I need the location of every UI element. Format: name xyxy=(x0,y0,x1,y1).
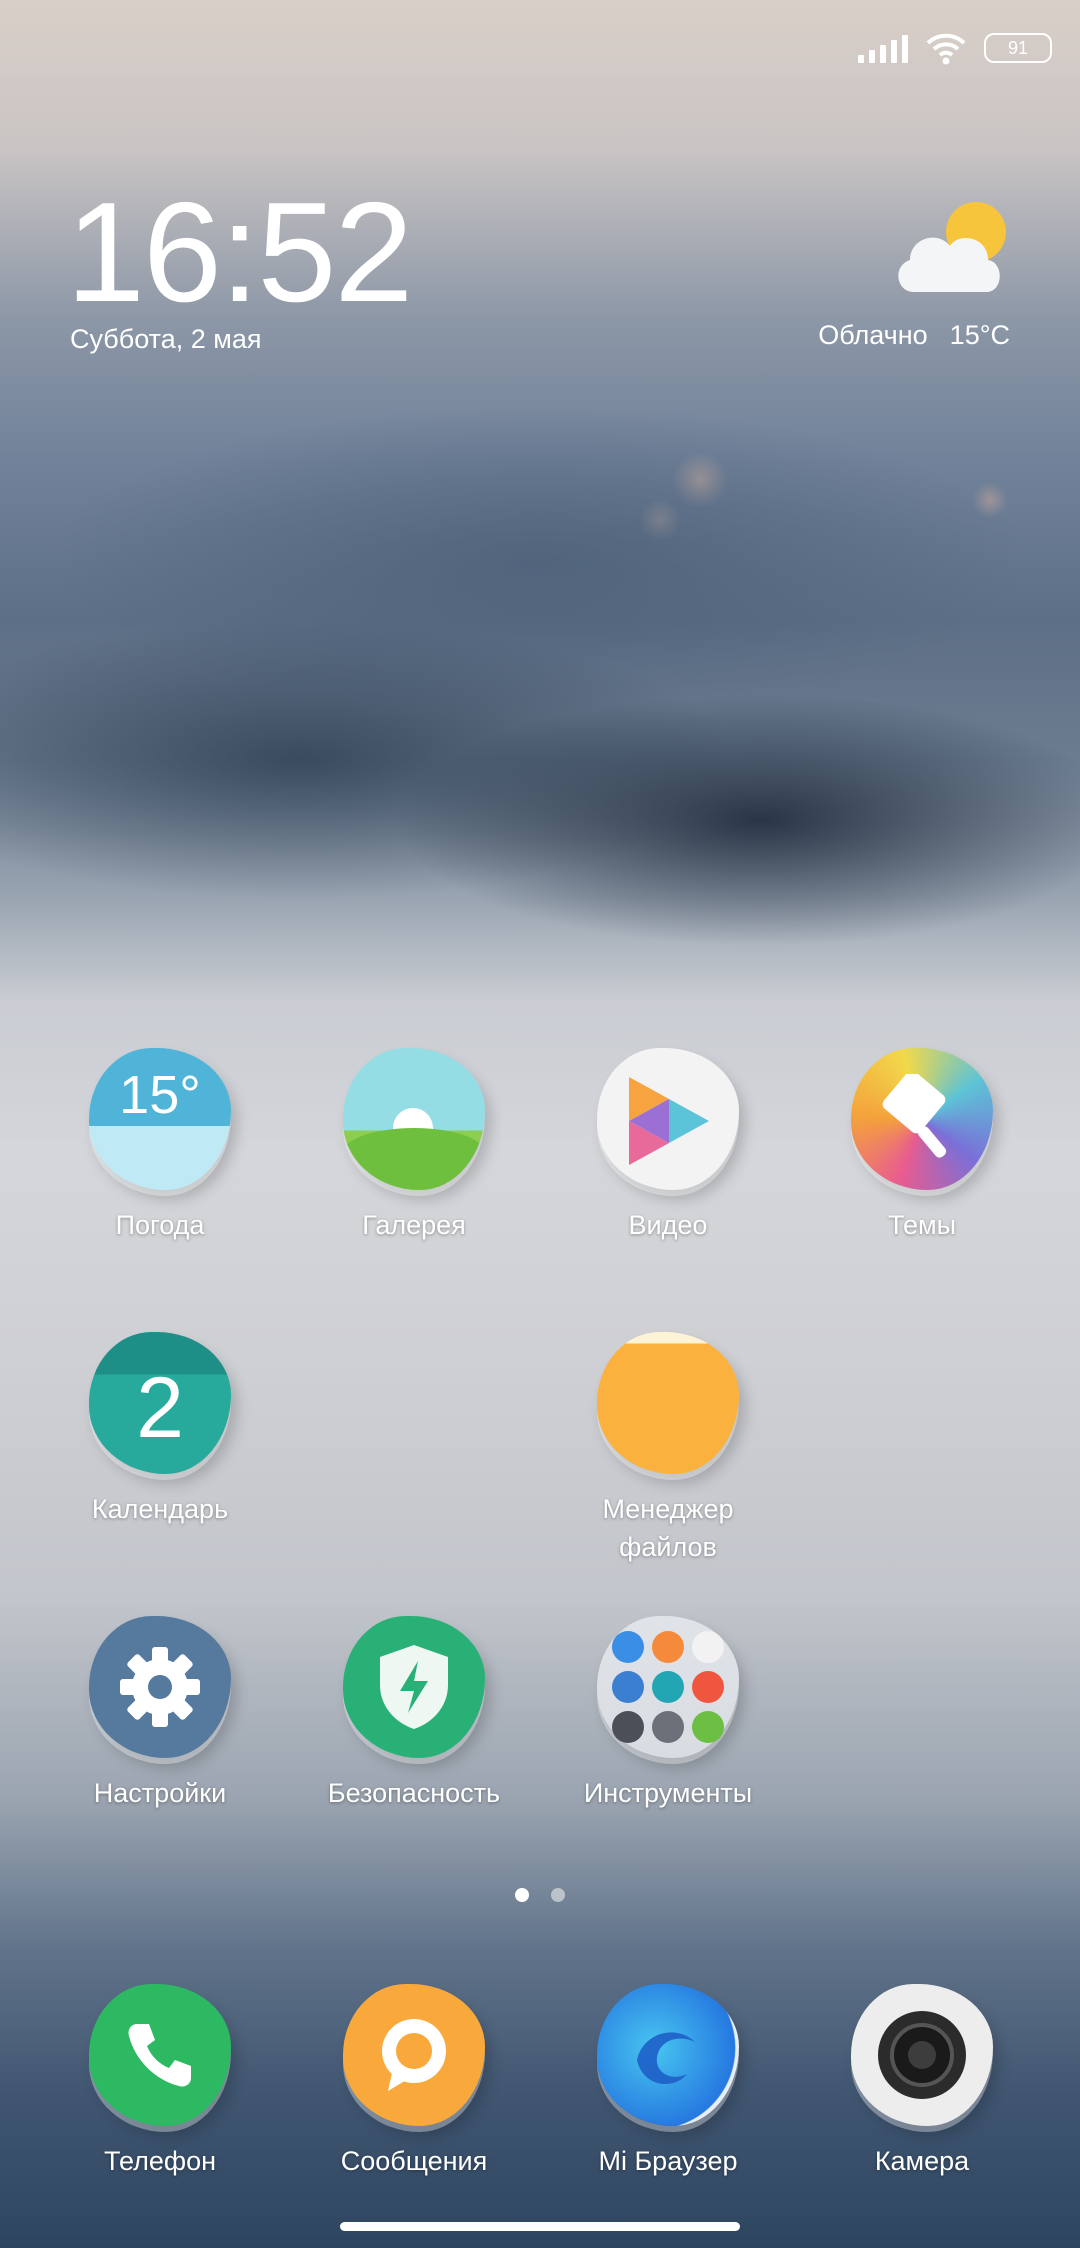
weather-condition: Облачно xyxy=(818,320,928,350)
app-label: Видео xyxy=(628,1210,708,1240)
clock-date[interactable]: Суббота, 2 мая xyxy=(70,324,261,355)
folder-tools[interactable]: Инструменты xyxy=(548,1616,788,1812)
gear-icon xyxy=(89,1616,231,1758)
shield-icon xyxy=(343,1616,485,1758)
phone-icon xyxy=(89,1984,231,2126)
weather-info[interactable]: Облачно 15°C xyxy=(818,320,1010,351)
weather-app-temp: 15° xyxy=(119,1065,201,1125)
app-label: Настройки xyxy=(93,1778,227,1808)
wifi-icon xyxy=(926,33,966,65)
app-gallery[interactable]: Галерея xyxy=(294,1048,534,1244)
dock-phone[interactable]: Телефон xyxy=(40,1984,280,2180)
app-label: Календарь xyxy=(91,1494,229,1524)
clock-time[interactable]: 16:52 xyxy=(66,182,413,324)
app-weather[interactable]: 15° Погода xyxy=(40,1048,280,1244)
weather-temperature: 15°C xyxy=(949,320,1010,350)
app-label: Погода xyxy=(115,1210,205,1240)
page-dot-1[interactable] xyxy=(515,1888,529,1902)
dock-camera[interactable]: Камера xyxy=(802,1984,1042,2180)
app-video[interactable]: Видео xyxy=(548,1048,788,1244)
paintbrush-icon xyxy=(851,1048,993,1190)
play-icon xyxy=(597,1048,739,1190)
app-label: Mi Браузер xyxy=(598,2146,738,2176)
app-label: Темы xyxy=(888,1210,956,1240)
home-gesture-bar[interactable] xyxy=(340,2222,740,2231)
gallery-icon xyxy=(343,1048,485,1190)
browser-icon xyxy=(597,1984,739,2126)
calendar-day: 2 xyxy=(136,1359,184,1456)
camera-lens-icon xyxy=(851,1984,993,2126)
folder-icon xyxy=(597,1332,739,1474)
app-themes[interactable]: Темы xyxy=(802,1048,1042,1244)
app-settings[interactable]: Настройки xyxy=(40,1616,280,1812)
dock-browser[interactable]: Mi Браузер xyxy=(548,1984,788,2180)
weather-app-icon: 15° xyxy=(89,1048,231,1190)
app-file-manager[interactable]: Менеджер файлов xyxy=(548,1332,788,1566)
status-bar: 91 xyxy=(858,28,1052,68)
app-security[interactable]: Безопасность xyxy=(294,1616,534,1812)
dock-messages[interactable]: Сообщения xyxy=(294,1984,534,2180)
chat-bubble-icon xyxy=(343,1984,485,2126)
tools-folder-icon xyxy=(597,1616,739,1758)
app-label: Сообщения xyxy=(340,2146,488,2176)
app-label: Телефон xyxy=(103,2146,216,2176)
app-label: Камера xyxy=(874,2146,970,2176)
app-label: Инструменты xyxy=(583,1778,753,1808)
battery-indicator: 91 xyxy=(984,33,1052,63)
calendar-icon: 2 xyxy=(89,1332,231,1474)
cloud-sun-icon[interactable] xyxy=(892,196,1018,300)
page-indicator xyxy=(0,1888,1080,1902)
app-label: Безопасность xyxy=(327,1778,501,1808)
page-dot-2[interactable] xyxy=(551,1888,565,1902)
app-label: Галерея xyxy=(362,1210,466,1240)
signal-icon xyxy=(858,33,908,63)
app-calendar[interactable]: 2 Календарь xyxy=(40,1332,280,1528)
app-label: Менеджер файлов xyxy=(602,1494,734,1562)
